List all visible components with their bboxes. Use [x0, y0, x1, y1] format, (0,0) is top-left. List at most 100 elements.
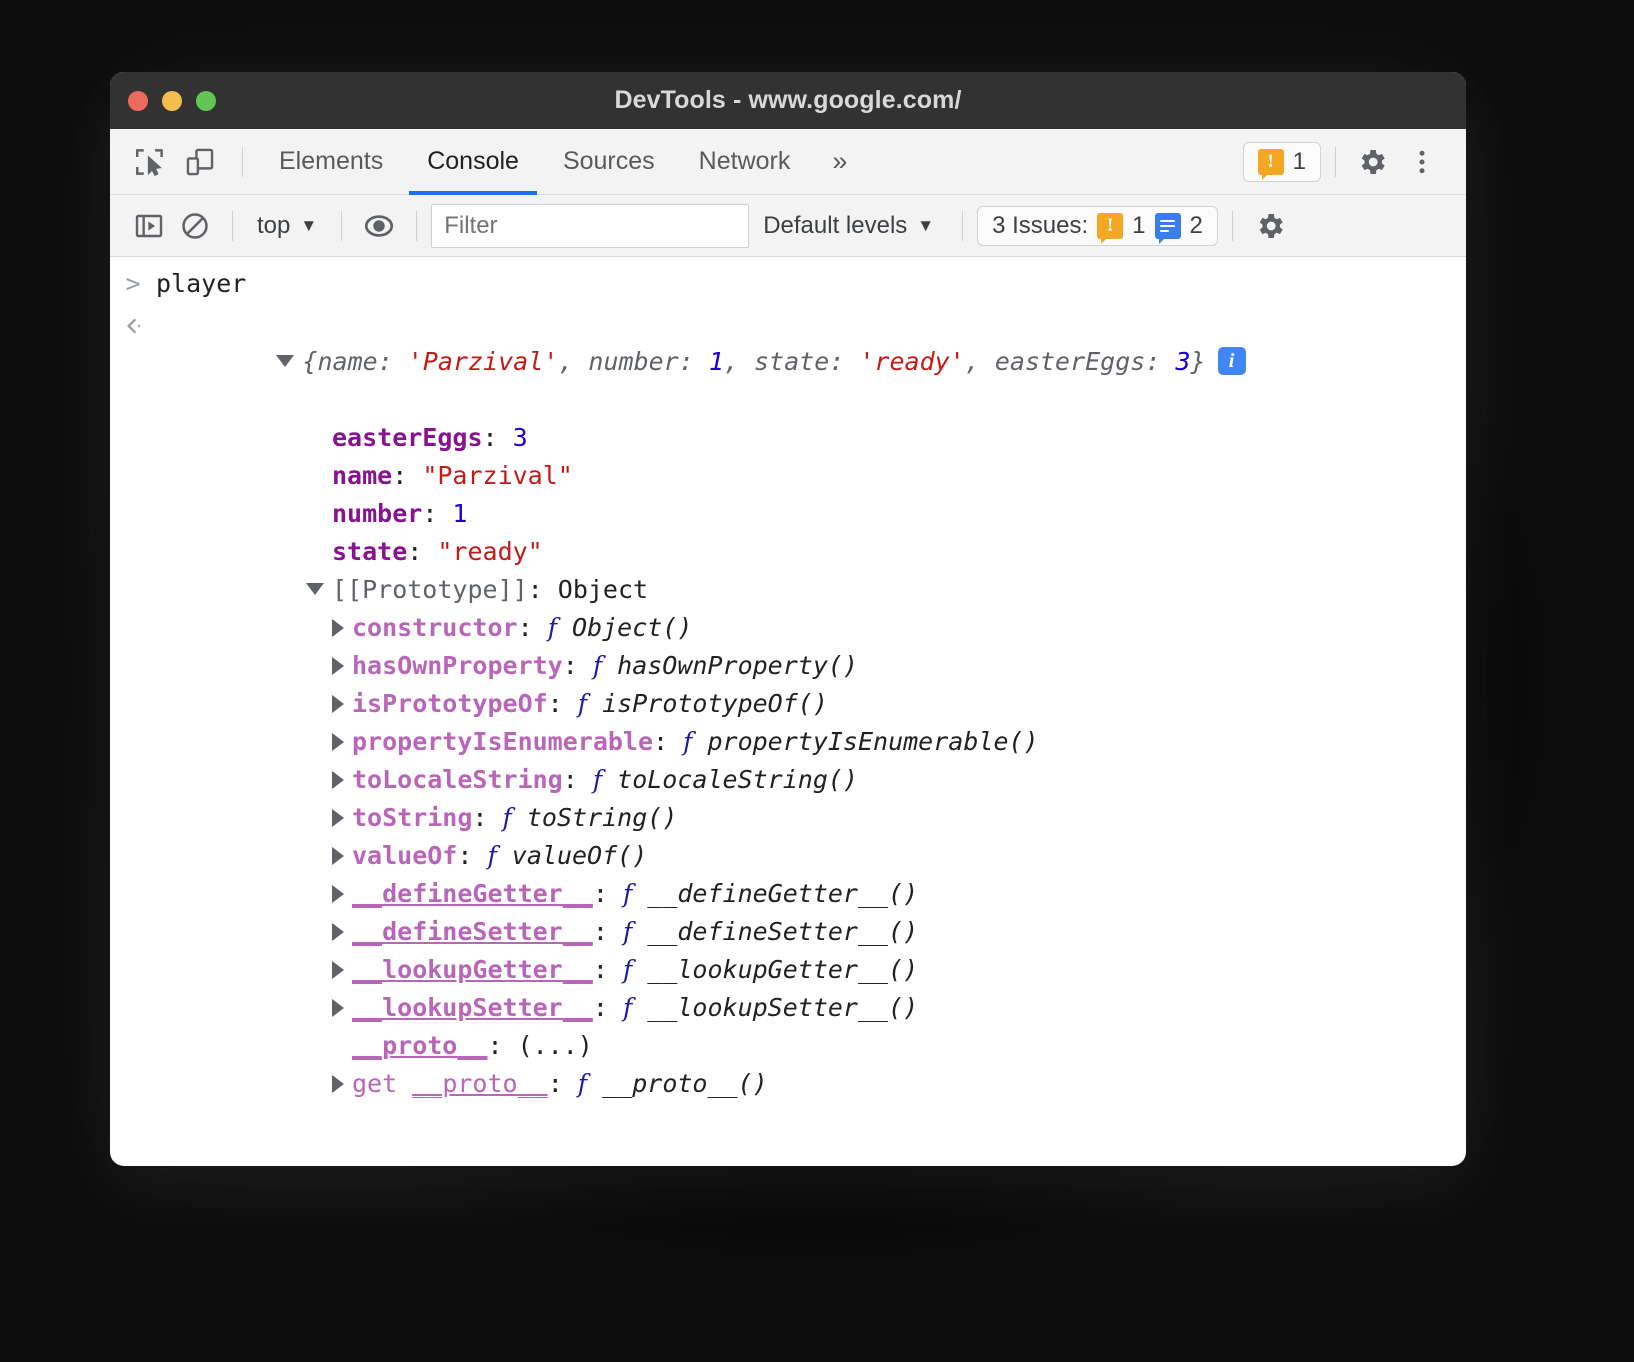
- filter-input[interactable]: [431, 204, 749, 248]
- devtools-window: DevTools - www.google.com/ Elements Cons…: [110, 72, 1466, 1166]
- device-toolbar-icon[interactable]: [178, 140, 222, 184]
- more-vertical-icon[interactable]: [1400, 140, 1444, 184]
- issues-warning-count: 1: [1132, 212, 1145, 240]
- expand-toggle[interactable]: [332, 733, 344, 751]
- prototype-expand-toggle[interactable]: [306, 583, 324, 595]
- tab-sources[interactable]: Sources: [541, 129, 677, 195]
- issues-warning-icon: !: [1097, 213, 1123, 239]
- expand-toggle[interactable]: [332, 809, 344, 827]
- proto-collapsed-row[interactable]: __proto__: (...): [110, 1027, 1466, 1065]
- execution-context-label: top: [257, 212, 290, 240]
- gear-icon[interactable]: [1350, 140, 1394, 184]
- proto-member-constructor[interactable]: constructor: f Object(): [110, 609, 1466, 647]
- accessor-colon: :: [548, 1069, 578, 1098]
- console-toolbar-divider-3: [416, 211, 417, 241]
- proto-key: propertyIsEnumerable: [352, 727, 653, 756]
- proto-fn: valueOf(): [497, 841, 648, 870]
- preview-part-5: 'ready': [859, 347, 964, 376]
- object-preview[interactable]: {name: 'Parzival', number: 1, state: 're…: [156, 305, 1246, 419]
- warning-glyph: !: [1267, 151, 1273, 173]
- expand-toggle[interactable]: [332, 923, 344, 941]
- console-sidebar-icon[interactable]: [126, 203, 172, 249]
- tab-network-label: Network: [699, 147, 791, 176]
- expand-toggle[interactable]: [332, 657, 344, 675]
- proto-member-lookupGetter[interactable]: __lookupGetter__: f __lookupGetter__(): [110, 951, 1466, 989]
- expand-toggle[interactable]: [332, 771, 344, 789]
- expand-toggle[interactable]: [332, 695, 344, 713]
- proto-member-defineGetter[interactable]: __defineGetter__: f __defineGetter__(): [110, 875, 1466, 913]
- proto-fn-text: hasOwnProperty(): [617, 651, 858, 680]
- property-colon: :: [407, 537, 437, 566]
- execution-context-select[interactable]: top ▼: [247, 212, 327, 240]
- prompt-chevron-icon: >: [110, 265, 156, 303]
- proto-colon: :: [593, 993, 623, 1022]
- issues-warning-glyph: !: [1107, 215, 1113, 237]
- proto-member-hasOwnProperty[interactable]: hasOwnProperty: f hasOwnProperty(): [110, 647, 1466, 685]
- property-key: name: [332, 461, 392, 490]
- proto-colon: :: [563, 651, 593, 680]
- tab-network[interactable]: Network: [677, 129, 813, 195]
- clear-console-icon[interactable]: [172, 203, 218, 249]
- issues-info-icon: [1155, 213, 1181, 239]
- proto-accessor-get[interactable]: get __proto__: f __proto__(): [110, 1065, 1466, 1103]
- proto-key: toLocaleString: [352, 765, 563, 794]
- property-row-name[interactable]: name: "Parzival": [110, 457, 1466, 495]
- proto-fn: propertyIsEnumerable(): [692, 727, 1038, 756]
- accessor-key: __proto__: [412, 1069, 547, 1098]
- issues-button[interactable]: 3 Issues: ! 1 2: [977, 206, 1218, 246]
- inspect-element-icon[interactable]: [128, 140, 172, 184]
- proto-member-valueOf[interactable]: valueOf: f valueOf(): [110, 837, 1466, 875]
- object-expand-toggle[interactable]: [276, 355, 294, 367]
- proto-member-lookupSetter[interactable]: __lookupSetter__: f __lookupSetter__(): [110, 989, 1466, 1027]
- property-value: "ready": [437, 537, 542, 566]
- property-row-state[interactable]: state: "ready": [110, 533, 1466, 571]
- log-levels-select[interactable]: Default levels ▼: [749, 212, 948, 240]
- proto-fn: __lookupSetter__(): [632, 993, 918, 1022]
- tab-console-label: Console: [427, 147, 519, 176]
- proto-key: __defineGetter__: [352, 879, 593, 908]
- expand-toggle[interactable]: [332, 999, 344, 1017]
- prototype-label: [[Prototype]]: [332, 575, 528, 604]
- accessor-fn-text: __proto__(): [602, 1069, 768, 1098]
- proto-member-defineSetter[interactable]: __defineSetter__: f __defineSetter__(): [110, 913, 1466, 951]
- proto-value: (...): [518, 1031, 593, 1060]
- expand-toggle[interactable]: [332, 885, 344, 903]
- preview-part-4: , state:: [724, 347, 859, 376]
- prototype-header-row[interactable]: [[Prototype]]: Object: [110, 571, 1466, 609]
- console-settings-gear-icon[interactable]: [1247, 203, 1293, 249]
- tab-elements-label: Elements: [279, 147, 383, 176]
- proto-fn: hasOwnProperty(): [602, 651, 858, 680]
- console-log-area[interactable]: > player {name: 'Parzival', number: 1, s…: [110, 257, 1466, 1103]
- more-tabs-chevron-icon[interactable]: »: [812, 129, 867, 195]
- expand-toggle[interactable]: [332, 619, 344, 637]
- expand-toggle[interactable]: [332, 847, 344, 865]
- accessor-prefix: get: [352, 1069, 412, 1098]
- proto-fn: isPrototypeOf(): [587, 689, 828, 718]
- function-glyph: f: [487, 841, 496, 870]
- proto-colon: :: [472, 803, 502, 832]
- proto-colon: :: [593, 917, 623, 946]
- object-info-icon[interactable]: i: [1218, 347, 1246, 375]
- property-colon: :: [422, 499, 452, 528]
- tab-console[interactable]: Console: [405, 129, 541, 195]
- proto-fn-text: toLocaleString(): [617, 765, 858, 794]
- tabbar-divider: [242, 147, 243, 177]
- chevron-down-icon-levels: ▼: [917, 216, 934, 236]
- warning-count-button[interactable]: ! 1: [1243, 142, 1321, 182]
- proto-member-isPrototypeOf[interactable]: isPrototypeOf: f isPrototypeOf(): [110, 685, 1466, 723]
- expand-toggle[interactable]: [332, 1075, 344, 1093]
- tab-elements[interactable]: Elements: [257, 129, 405, 195]
- proto-member-toString[interactable]: toString: f toString(): [110, 799, 1466, 837]
- console-command-text: player: [156, 265, 246, 303]
- property-row-number[interactable]: number: 1: [110, 495, 1466, 533]
- function-glyph: f: [623, 993, 632, 1022]
- proto-member-toLocaleString[interactable]: toLocaleString: f toLocaleString(): [110, 761, 1466, 799]
- property-colon: :: [483, 423, 513, 452]
- property-row-easterEggs[interactable]: easterEggs: 3: [110, 419, 1466, 457]
- proto-colon: :: [457, 841, 487, 870]
- function-glyph: f: [593, 651, 602, 680]
- proto-member-propertyIsEnumerable[interactable]: propertyIsEnumerable: f propertyIsEnumer…: [110, 723, 1466, 761]
- expand-toggle[interactable]: [332, 961, 344, 979]
- live-expression-eye-icon[interactable]: [356, 203, 402, 249]
- proto-colon: :: [518, 613, 548, 642]
